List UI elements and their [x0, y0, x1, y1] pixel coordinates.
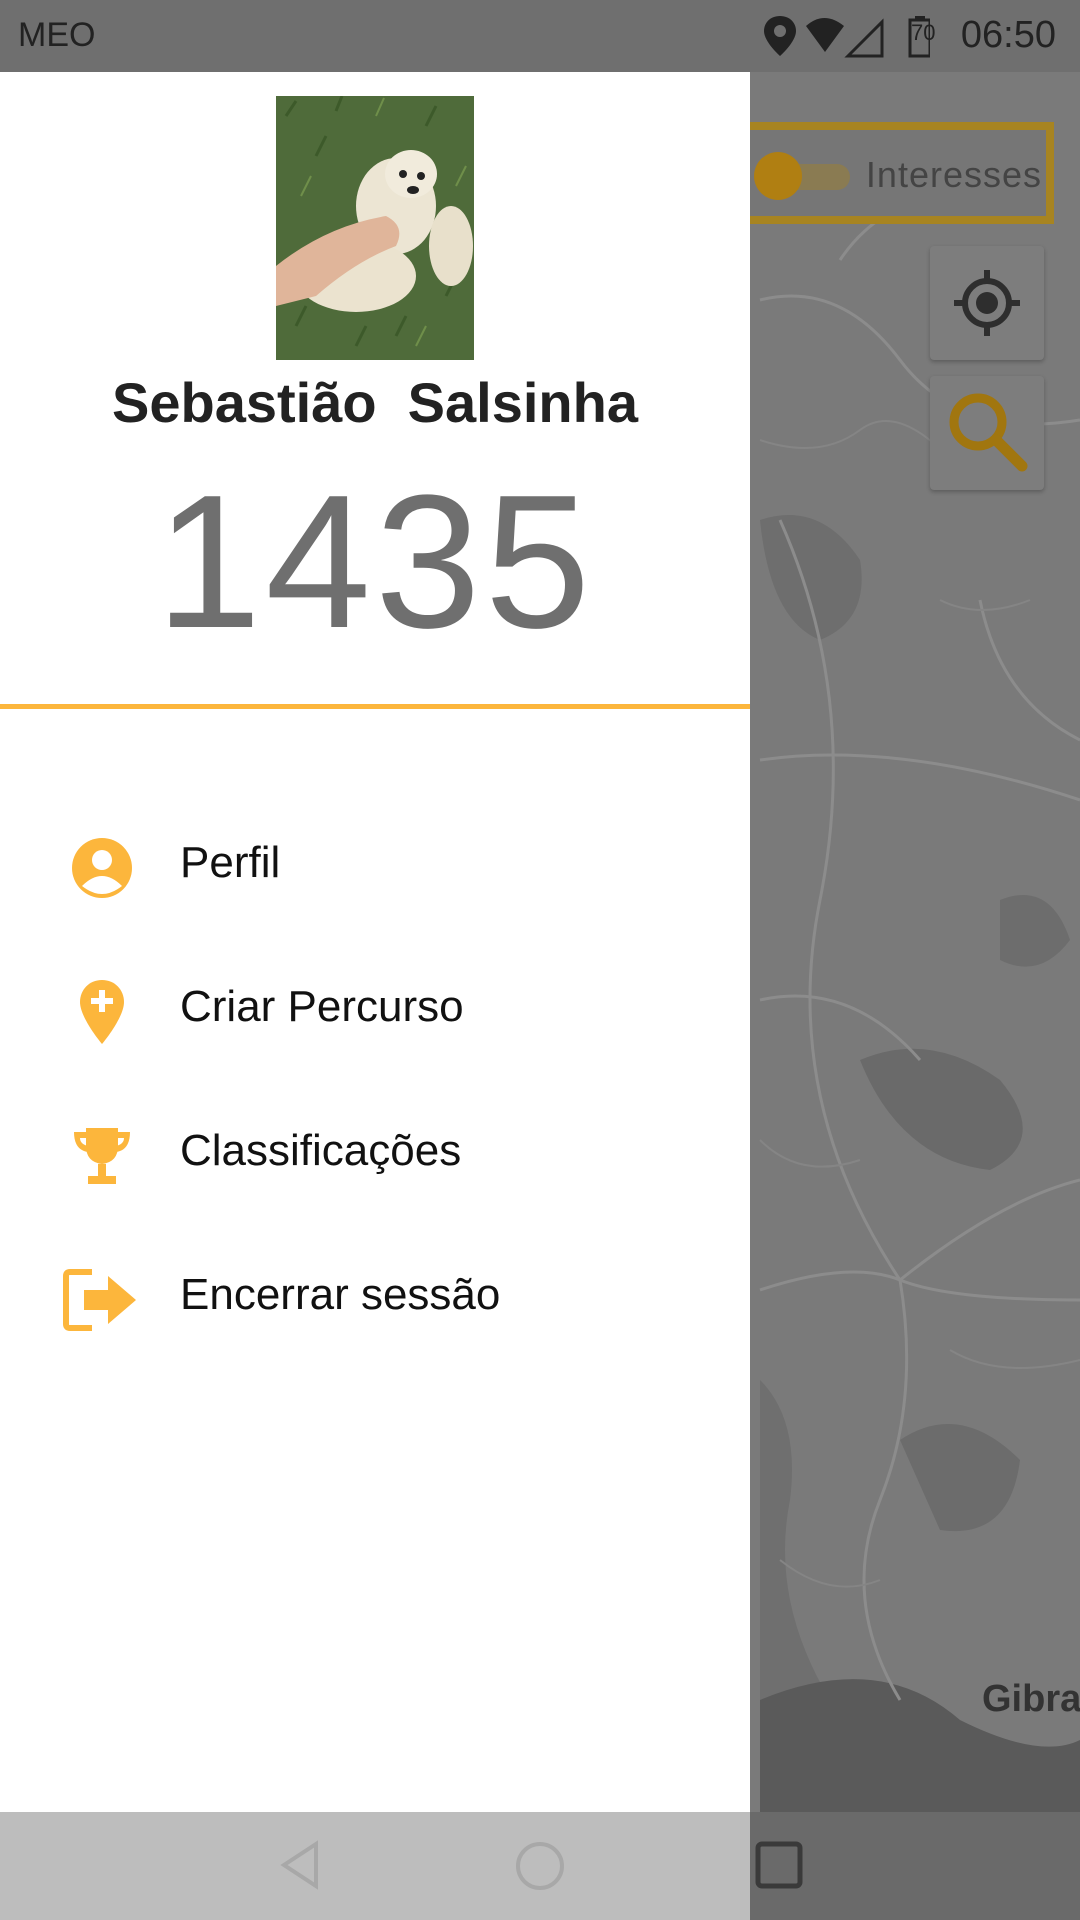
location-icon [764, 16, 796, 56]
avatar[interactable] [276, 96, 474, 360]
home-icon[interactable] [514, 1840, 566, 1892]
avatar-photo [276, 96, 474, 360]
menu-item-criar-percurso[interactable]: Criar Percurso [0, 956, 750, 1066]
clock: 06:50 [960, 14, 1056, 56]
user-name: Sebastião Salsinha [112, 371, 638, 434]
recent-apps-icon[interactable] [754, 1840, 804, 1890]
menu-item-encerrar-sessao[interactable]: Encerrar sessão [0, 1244, 750, 1354]
user-score: 1435 [155, 456, 595, 668]
system-navigation-bar [0, 1812, 1080, 1920]
map-place-label: Gibra [982, 1678, 1080, 1720]
menu-item-label: Encerrar sessão [180, 1270, 501, 1319]
menu-item-perfil[interactable]: Perfil [0, 812, 750, 922]
signal-icon [844, 18, 884, 58]
navbar-drawer-section [0, 1812, 750, 1920]
account-circle-icon [72, 838, 132, 898]
menu-item-label: Perfil [180, 838, 281, 887]
search-button[interactable] [930, 376, 1044, 490]
screen: Interesses Gibra MEO 70 06:50 Sebastião … [0, 0, 1080, 1920]
toggle-label: Interesses [865, 154, 1042, 195]
menu-item-label: Criar Percurso [180, 982, 464, 1031]
my-location-icon [954, 270, 1020, 336]
toggle-thumb[interactable] [754, 152, 802, 200]
menu-item-label: Classificações [180, 1126, 462, 1175]
add-location-icon [80, 980, 124, 1044]
header-divider [0, 704, 750, 709]
battery-level: 70 [911, 20, 936, 45]
back-icon[interactable] [276, 1840, 326, 1890]
status-icons [764, 16, 930, 58]
interesses-toggle[interactable]: Interesses [740, 122, 1054, 224]
navigation-drawer: Sebastião Salsinha 1435 Perfil Criar Per… [0, 72, 750, 1812]
menu-item-classificacoes[interactable]: Classificações [0, 1100, 750, 1210]
trophy-icon [74, 1128, 130, 1184]
status-bar: MEO 70 06:50 [0, 0, 1080, 72]
logout-icon [63, 1269, 136, 1331]
my-location-button[interactable] [930, 246, 1044, 360]
carrier-label: MEO [18, 16, 96, 54]
search-icon [949, 393, 1028, 472]
wifi-icon [806, 18, 844, 52]
